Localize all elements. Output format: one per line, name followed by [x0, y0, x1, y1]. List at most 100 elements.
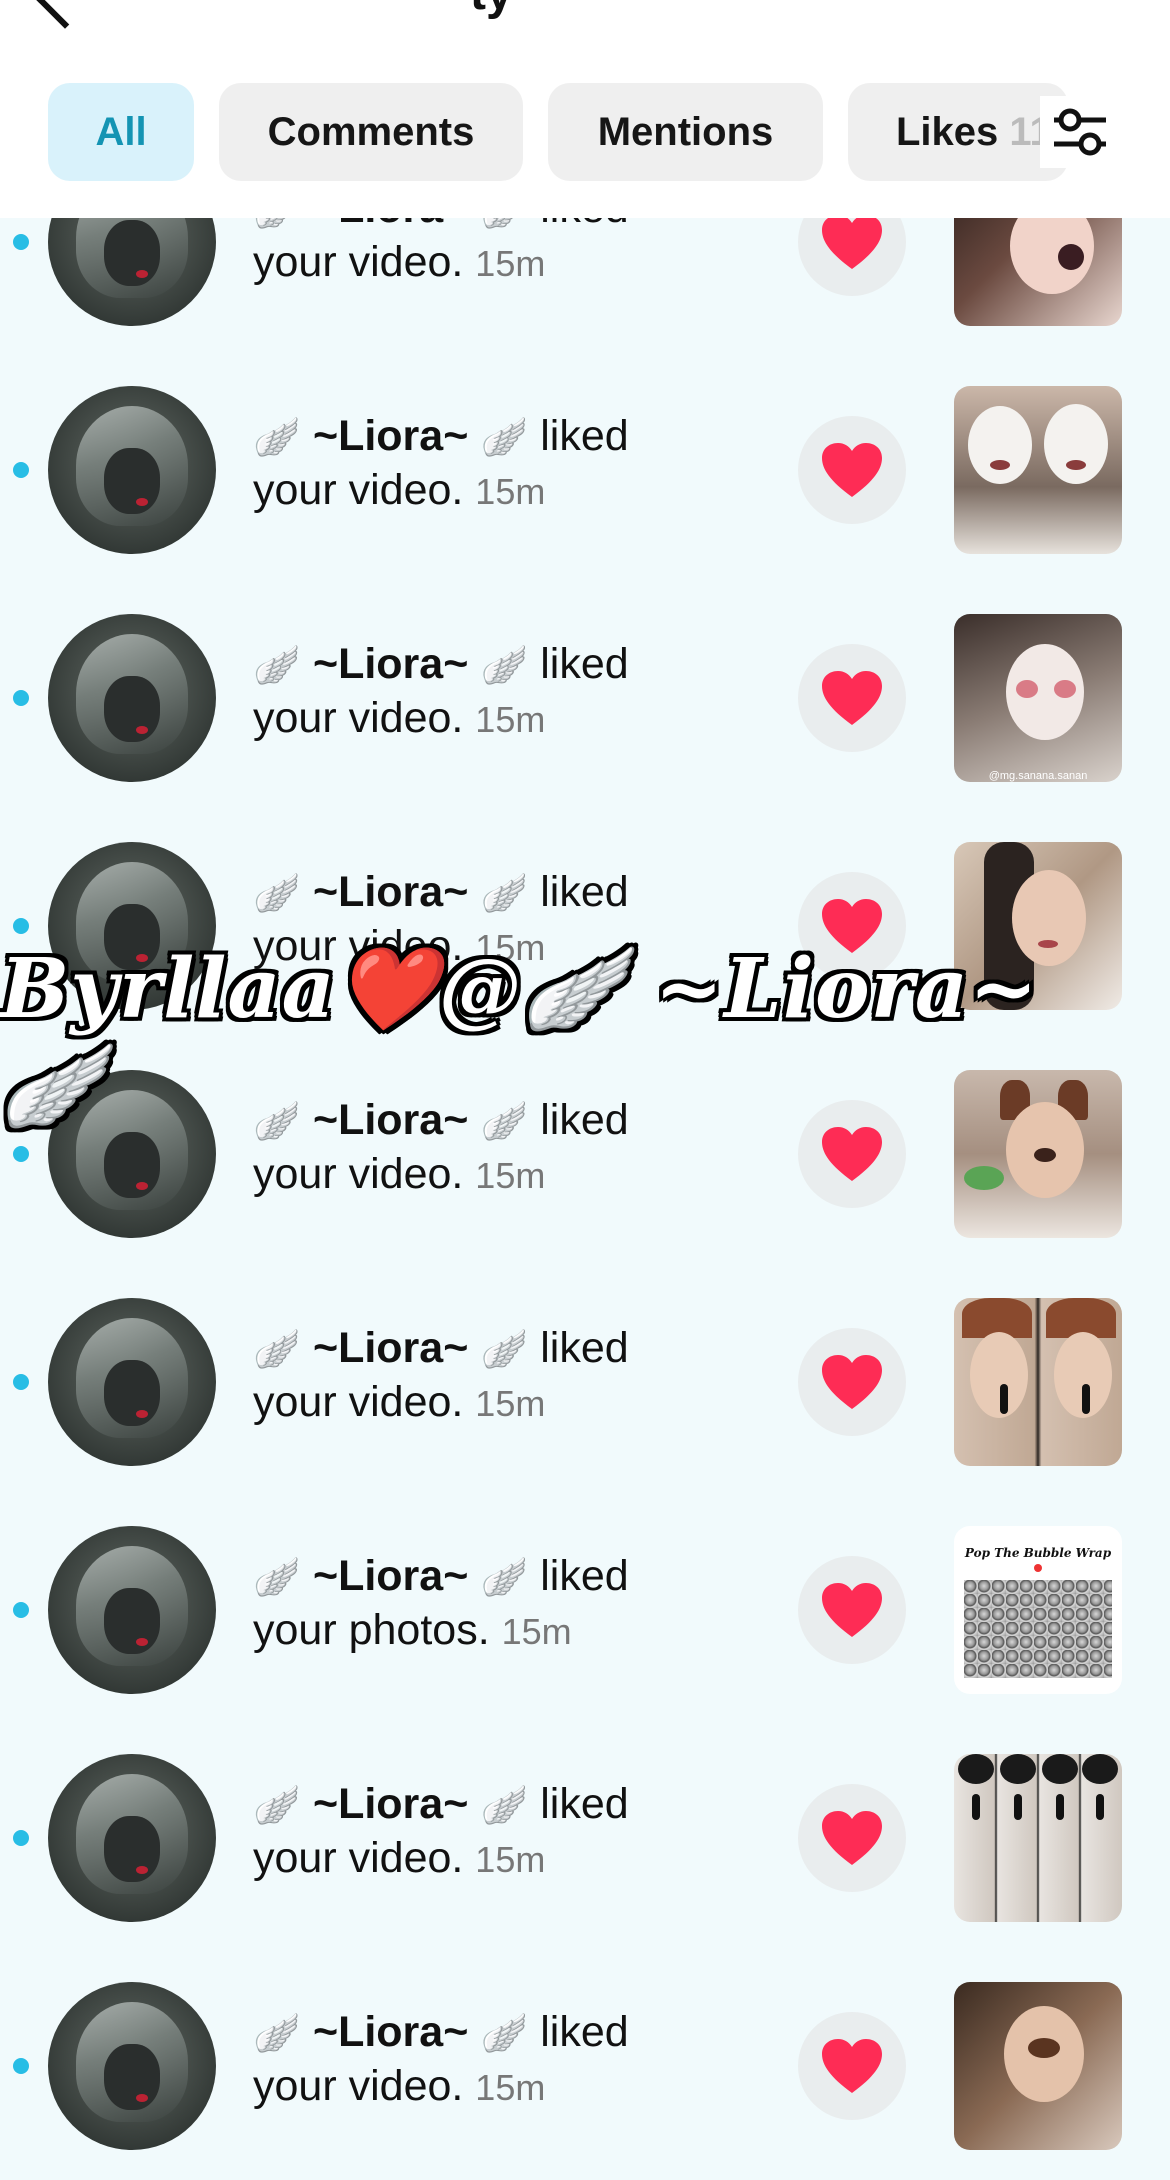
heart-icon	[822, 2039, 882, 2093]
like-back-button[interactable]	[798, 1328, 906, 1436]
wing-emoji: 🪽	[480, 873, 528, 915]
timestamp: 15m	[475, 243, 546, 284]
object: your video.	[253, 466, 464, 514]
video-thumbnail[interactable]	[954, 386, 1122, 554]
object: your video.	[253, 1150, 464, 1198]
notification-text: 🪽 ~Liora~ 🪽 liked your video. 15m	[253, 2006, 773, 2114]
action: liked	[540, 868, 629, 916]
timestamp: 15m	[475, 1155, 546, 1196]
notification-text: 🪽 ~Liora~ 🪽 liked your video. 15m	[253, 1322, 773, 1430]
filter-sliders-icon	[1054, 108, 1106, 156]
notification-text: 🪽 ~Liora~ 🪽 liked your video. 15m	[253, 410, 773, 518]
list-item[interactable]: 🪽 ~Liora~ 🪽 liked your video. 15m @mg.sa…	[0, 584, 1170, 812]
wing-emoji: 🪽	[480, 1329, 528, 1371]
object: your photos.	[253, 1606, 490, 1654]
tab-likes[interactable]: Likes 11	[848, 83, 1068, 181]
username[interactable]: ~Liora~	[313, 412, 468, 460]
avatar[interactable]	[48, 1754, 216, 1922]
wing-emoji: 🪽	[253, 1557, 301, 1599]
timestamp: 15m	[501, 1611, 572, 1652]
object: your video.	[253, 238, 464, 286]
unread-dot	[13, 918, 29, 934]
thumbnail-caption: @mg.sanana.sanan	[988, 770, 1088, 782]
tab-all[interactable]: All	[48, 83, 194, 181]
unread-dot	[13, 1374, 29, 1390]
tab-mentions[interactable]: Mentions	[548, 83, 823, 181]
object: your video.	[253, 694, 464, 742]
notification-text: 🪽 ~Liora~ 🪽 liked your video. 15m	[253, 638, 773, 746]
wing-emoji: 🪽	[253, 1329, 301, 1371]
avatar[interactable]	[48, 1526, 216, 1694]
like-back-button[interactable]	[798, 1556, 906, 1664]
wing-emoji: 🪽	[253, 417, 301, 459]
unread-dot	[13, 462, 29, 478]
avatar[interactable]	[48, 386, 216, 554]
timestamp: 15m	[475, 2067, 546, 2108]
notification-text: 🪽 ~Liora~ 🪽 liked your photos. 15m	[253, 1550, 773, 1658]
video-thumbnail[interactable]	[954, 1754, 1122, 1922]
username[interactable]: ~Liora~	[313, 2008, 468, 2056]
wing-emoji: 🪽	[480, 1785, 528, 1827]
unread-dot	[13, 1146, 29, 1162]
action: liked	[540, 412, 629, 460]
photo-thumbnail[interactable]: Pop The Bubble Wrap	[954, 1526, 1122, 1694]
unread-dot	[13, 2058, 29, 2074]
object: your video.	[253, 2062, 464, 2110]
timestamp: 15m	[475, 699, 546, 740]
avatar[interactable]	[48, 1298, 216, 1466]
tab-comments[interactable]: Comments	[219, 83, 523, 181]
action: liked	[540, 1324, 629, 1372]
username[interactable]: ~Liora~	[313, 1552, 468, 1600]
wing-emoji: 🪽	[480, 1557, 528, 1599]
avatar[interactable]	[48, 1982, 216, 2150]
heart-icon	[822, 1355, 882, 1409]
wing-emoji: 🪽	[480, 645, 528, 687]
back-arrow-icon[interactable]	[35, 0, 95, 29]
list-item[interactable]: 🪽 ~Liora~ 🪽 liked your photos. 15m Pop T…	[0, 1496, 1170, 1724]
heart-icon	[822, 1811, 882, 1865]
heart-icon	[822, 215, 882, 269]
list-item[interactable]: 🪽 ~Liora~ 🪽 liked your video. 15m	[0, 1952, 1170, 2180]
action: liked	[540, 640, 629, 688]
notification-text: 🪽 ~Liora~ 🪽 liked your video. 15m	[253, 1778, 773, 1886]
tab-likes-label: Likes	[896, 109, 999, 154]
action: liked	[540, 2008, 629, 2056]
heart-icon	[822, 671, 882, 725]
list-item[interactable]: 🪽 ~Liora~ 🪽 liked your video. 15m	[0, 1724, 1170, 1952]
like-back-button[interactable]	[798, 2012, 906, 2120]
unread-dot	[13, 1830, 29, 1846]
object: your video.	[253, 1834, 464, 1882]
like-back-button[interactable]	[798, 644, 906, 752]
username[interactable]: ~Liora~	[313, 1780, 468, 1828]
wing-emoji: 🪽	[253, 1785, 301, 1827]
list-item[interactable]: 🪽 ~Liora~ 🪽 liked your video. 15m	[0, 1268, 1170, 1496]
object: your video.	[253, 1378, 464, 1426]
action: liked	[540, 1780, 629, 1828]
avatar[interactable]	[48, 614, 216, 782]
overlay-caption: Byrllaa❤️@🪽 ~Liora~ 🪽	[0, 941, 1039, 1134]
wing-emoji: 🪽	[253, 873, 301, 915]
heart-icon	[822, 1583, 882, 1637]
thumbnail-caption: Pop The Bubble Wrap	[964, 1546, 1112, 1560]
filter-tabs: All Comments Mentions Likes 11	[48, 83, 1093, 181]
video-thumbnail[interactable]	[954, 1982, 1122, 2150]
unread-dot	[13, 690, 29, 706]
video-thumbnail[interactable]	[954, 1298, 1122, 1466]
like-back-button[interactable]	[798, 1784, 906, 1892]
unread-dot	[13, 234, 29, 250]
username[interactable]: ~Liora~	[313, 868, 468, 916]
filter-button[interactable]	[1040, 96, 1120, 168]
timestamp: 15m	[475, 471, 546, 512]
list-item[interactable]: 🪽 ~Liora~ 🪽 liked your video. 15m	[0, 356, 1170, 584]
wing-emoji: 🪽	[480, 417, 528, 459]
page-title: ty	[470, 0, 513, 21]
wing-emoji: 🪽	[253, 2013, 301, 2055]
username[interactable]: ~Liora~	[313, 1324, 468, 1372]
username[interactable]: ~Liora~	[313, 640, 468, 688]
top-bar: ty All Comments Mentions Likes 11	[0, 0, 1170, 218]
video-thumbnail[interactable]: @mg.sanana.sanan	[954, 614, 1122, 782]
like-back-button[interactable]	[798, 416, 906, 524]
timestamp: 15m	[475, 1383, 546, 1424]
action: liked	[540, 1552, 629, 1600]
wing-emoji: 🪽	[480, 2013, 528, 2055]
